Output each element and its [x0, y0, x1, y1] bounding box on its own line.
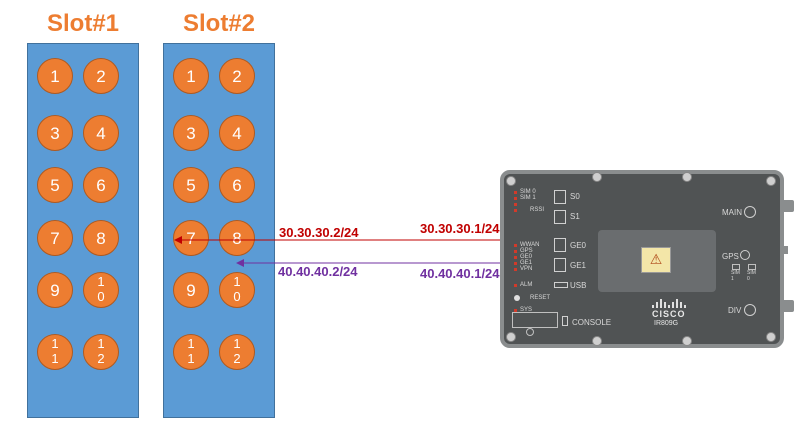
screw-icon [682, 172, 692, 182]
div-label: DIV [728, 306, 742, 315]
ground-icon [526, 328, 534, 336]
screw-icon [592, 336, 602, 346]
rssi-label: RSSI [530, 207, 545, 213]
ge0-port[interactable] [554, 238, 566, 252]
sim1-led-label: SIM 1 [731, 270, 740, 282]
screw-icon [682, 336, 692, 346]
antenna-connector-bottom [782, 300, 794, 312]
link2-right-ip: 40.40.40.1/24 [420, 266, 500, 281]
model-label: IR809G [654, 320, 679, 327]
reset-label: RESET [530, 295, 551, 301]
console-label: CONSOLE [572, 318, 612, 327]
usb-label: USB [570, 281, 587, 290]
led-vpn-label: VPN [520, 266, 533, 272]
usb-port[interactable] [554, 282, 568, 288]
gps-label: GPS [722, 252, 739, 261]
router-device: SIM 0 SIM 1 RSSI S0 S1 WWAN GPS GE0 GE1 … [500, 170, 784, 348]
link1-right-ip: 30.30.30.1/24 [420, 221, 500, 236]
screw-icon [766, 332, 776, 342]
alm-label: ALM [520, 282, 533, 288]
main-antenna-icon [744, 206, 756, 218]
sim0-led-label: SIM 0 [747, 270, 756, 282]
heatsink-plate: ⚠ [598, 230, 716, 292]
antenna-connector-mid [782, 246, 788, 254]
s1-port [554, 210, 566, 224]
main-label: MAIN [722, 208, 742, 217]
div-antenna-icon [744, 304, 756, 316]
ge0-label: GE0 [570, 241, 587, 250]
s0-port [554, 190, 566, 204]
serial-block [512, 312, 558, 328]
console-port[interactable] [562, 316, 568, 326]
antenna-connector-top [782, 200, 794, 212]
screw-icon [506, 332, 516, 342]
ge1-label: GE1 [570, 261, 587, 270]
brand-label: CISCO [652, 309, 686, 319]
screw-icon [506, 176, 516, 186]
cisco-logo-icon [652, 298, 696, 308]
screw-icon [592, 172, 602, 182]
ge1-port[interactable] [554, 258, 566, 272]
s1-label: S1 [570, 212, 580, 221]
reset-button[interactable] [514, 295, 520, 301]
warning-sticker-icon: ⚠ [641, 247, 671, 273]
gps-antenna-icon [740, 250, 750, 260]
led-sim1-label: SIM 1 [520, 195, 536, 201]
s0-label: S0 [570, 192, 580, 201]
screw-icon [766, 176, 776, 186]
link1-left-ip: 30.30.30.2/24 [279, 225, 359, 240]
link2-left-ip: 40.40.40.2/24 [278, 264, 358, 279]
